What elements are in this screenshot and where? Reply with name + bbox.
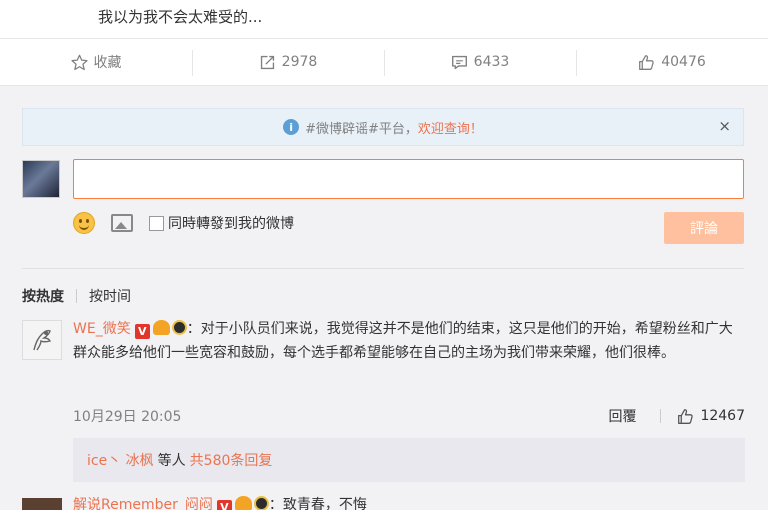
post-text: 我以为我不会太难受的... — [98, 8, 263, 26]
user-avatar-icon — [33, 329, 52, 351]
favorite-button[interactable]: 收藏 — [0, 39, 192, 85]
like-icon — [639, 54, 654, 70]
comment-time: 10月29日 20:05 — [73, 409, 182, 425]
post-action-bar: 收藏 2978 6433 40476 — [0, 38, 768, 86]
emoji-icon[interactable] — [73, 212, 95, 234]
submit-comment-button[interactable]: 評論 — [664, 212, 744, 244]
repost-icon — [260, 55, 274, 69]
comment-content: WE_微笑 V ：对于小队员们来说，我觉得这并不是他们的结束，这只是他们的开始，希望… — [73, 317, 745, 365]
verified-badge-icon: V — [216, 500, 232, 510]
comment-username[interactable]: WE_微笑 — [73, 321, 131, 337]
comment-count: 6433 — [473, 54, 510, 70]
more-replies-link[interactable]: 共580条回复 — [190, 450, 273, 470]
comment-username[interactable]: 解说Remember_闷闷 — [73, 497, 213, 510]
comment-button[interactable]: 6433 — [384, 39, 576, 85]
comment-text: ：致青春，不悔 — [268, 497, 367, 510]
crown-badge-icon — [152, 320, 170, 335]
comment-like-button[interactable]: 12467 — [660, 408, 745, 425]
image-icon[interactable] — [111, 214, 133, 232]
notice-link[interactable]: 欢迎查询！ — [418, 118, 483, 137]
comment-input[interactable] — [73, 159, 744, 199]
reply-users[interactable]: ice丶 冰枫 — [87, 450, 154, 470]
avatar[interactable] — [22, 320, 62, 360]
like-count: 40476 — [661, 54, 706, 70]
repost-button[interactable]: 2978 — [192, 39, 384, 85]
level-badge-icon — [253, 496, 269, 510]
comment-icon — [451, 55, 467, 69]
reply-summary: ice丶 冰枫 等人 共580条回复 — [73, 438, 745, 482]
close-icon[interactable]: × — [718, 117, 731, 135]
like-separator — [660, 409, 662, 423]
level-badge-icon — [171, 320, 187, 335]
rumor-notice: i #微博辟谣#平台， 欢迎查询！ × — [22, 108, 744, 146]
like-button[interactable]: 40476 — [576, 39, 768, 85]
tab-hot[interactable]: 按热度 — [22, 286, 64, 306]
divider — [22, 268, 744, 269]
comment-panel: i #微博辟谣#平台， 欢迎查询！ × 同時轉發到我的微博 評論 按热度 按时间 … — [0, 86, 768, 510]
comment-content: 解说Remember_闷闷 V ：致青春，不悔 — [73, 494, 367, 510]
compose-tools: 同時轉發到我的微博 — [73, 210, 294, 236]
favorite-label: 收藏 — [93, 55, 122, 71]
comment-like-count: 12467 — [700, 408, 745, 424]
forward-checkbox[interactable] — [149, 215, 164, 231]
current-user-avatar — [22, 160, 60, 198]
reply-mid: 等人 — [157, 453, 186, 469]
star-icon — [70, 54, 88, 70]
crown-badge-icon — [234, 496, 252, 510]
avatar[interactable] — [22, 498, 62, 510]
comment-meta: 10月29日 20:05 回覆 12467 — [73, 404, 745, 428]
sort-tabs: 按热度 按时间 — [22, 286, 131, 306]
repost-count: 2978 — [281, 54, 318, 70]
notice-text: #微博辟谣#平台， — [305, 121, 418, 137]
tab-separator — [76, 289, 77, 303]
verified-badge-icon: V — [134, 324, 150, 339]
thumbs-up-icon — [678, 408, 694, 424]
forward-label[interactable]: 同時轉發到我的微博 — [168, 213, 294, 233]
info-icon: i — [283, 119, 300, 135]
reply-button[interactable]: 回覆 — [608, 406, 636, 426]
tab-time[interactable]: 按时间 — [89, 286, 131, 306]
